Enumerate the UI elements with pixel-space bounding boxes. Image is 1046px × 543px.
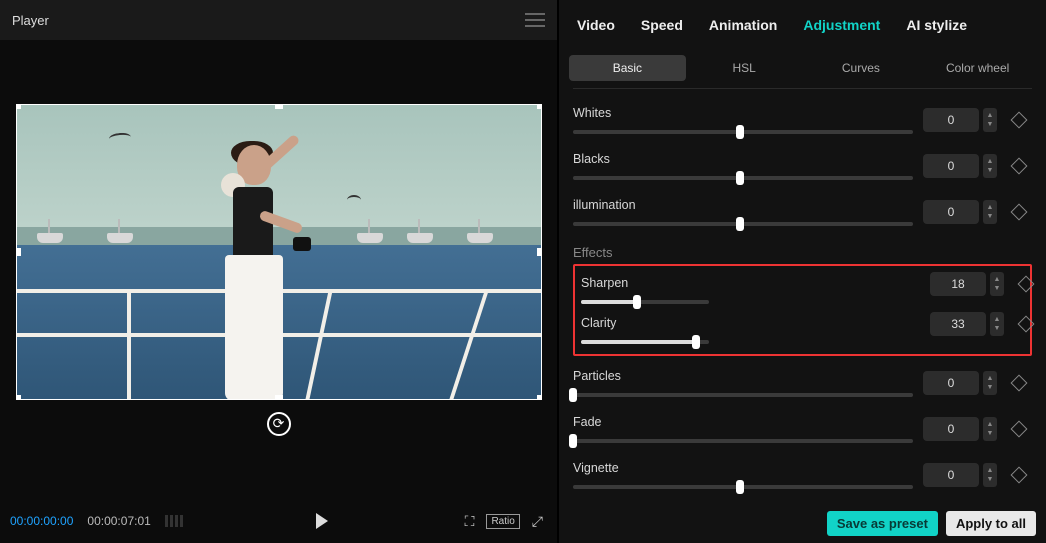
- sharpen-value[interactable]: 18: [930, 272, 986, 296]
- subtab-basic[interactable]: Basic: [569, 55, 686, 81]
- param-label: Fade: [573, 415, 913, 429]
- stepper[interactable]: ▲▼: [983, 463, 997, 487]
- player-panel: Player ⟳ 00:00:00:00 00:00:07:01 ⛶ Ratio: [0, 0, 557, 543]
- slider-thumb[interactable]: [736, 217, 744, 231]
- stepper[interactable]: ▲▼: [983, 371, 997, 395]
- param-label: Sharpen: [581, 276, 709, 290]
- subtab-curves[interactable]: Curves: [803, 55, 920, 81]
- slider-thumb[interactable]: [569, 434, 577, 448]
- param-label: illumination: [573, 198, 913, 212]
- reset-icon[interactable]: [1018, 316, 1035, 333]
- reset-icon[interactable]: [1011, 204, 1028, 221]
- stepper[interactable]: ▲▼: [990, 312, 1004, 336]
- frame-step-icon[interactable]: [165, 515, 183, 527]
- save-preset-button[interactable]: Save as preset: [827, 511, 938, 536]
- particles-slider[interactable]: [573, 393, 913, 397]
- ratio-button[interactable]: Ratio: [486, 514, 519, 529]
- slider-thumb[interactable]: [633, 295, 641, 309]
- inspector-panel: Video Speed Animation Adjustment AI styl…: [557, 0, 1046, 543]
- slider-thumb[interactable]: [736, 125, 744, 139]
- stepper[interactable]: ▲▼: [983, 417, 997, 441]
- blacks-slider[interactable]: [573, 176, 913, 180]
- param-label: Whites: [573, 106, 913, 120]
- footer-actions: Save as preset Apply to all: [559, 503, 1046, 543]
- refresh-icon[interactable]: ⟳: [267, 412, 291, 436]
- reset-icon[interactable]: [1011, 467, 1028, 484]
- vignette-value[interactable]: 0: [923, 463, 979, 487]
- reset-icon[interactable]: [1011, 421, 1028, 438]
- menu-icon[interactable]: [525, 13, 545, 27]
- tab-ai-stylize[interactable]: AI stylize: [906, 17, 967, 33]
- tab-speed[interactable]: Speed: [641, 17, 683, 33]
- timecode-total: 00:00:07:01: [87, 514, 150, 528]
- tab-video[interactable]: Video: [577, 17, 615, 33]
- section-effects: Effects: [573, 235, 1032, 264]
- whites-slider[interactable]: [573, 130, 913, 134]
- player-controls: 00:00:00:00 00:00:07:01 ⛶ Ratio ⤢: [0, 499, 557, 543]
- param-illumination: illumination 0 ▲▼: [573, 189, 1032, 235]
- params-list: Whites 0 ▲▼ Blacks 0 ▲▼: [559, 91, 1046, 503]
- whites-value[interactable]: 0: [923, 108, 979, 132]
- subtab-hsl[interactable]: HSL: [686, 55, 803, 81]
- main-tabs: Video Speed Animation Adjustment AI styl…: [559, 0, 1046, 50]
- sharpen-slider[interactable]: [581, 300, 709, 304]
- param-blacks: Blacks 0 ▲▼: [573, 143, 1032, 189]
- tab-adjustment[interactable]: Adjustment: [803, 17, 880, 33]
- clarity-slider[interactable]: [581, 340, 709, 344]
- illumination-slider[interactable]: [573, 222, 913, 226]
- timecode-current[interactable]: 00:00:00:00: [10, 514, 73, 528]
- reset-icon[interactable]: [1011, 375, 1028, 392]
- param-whites: Whites 0 ▲▼: [573, 97, 1032, 143]
- player-title: Player: [12, 13, 49, 28]
- crop-icon[interactable]: ⛶: [461, 509, 479, 534]
- preview-area: ⟳: [0, 40, 557, 499]
- particles-value[interactable]: 0: [923, 371, 979, 395]
- fullscreen-icon[interactable]: ⤢: [528, 509, 547, 534]
- play-button[interactable]: [316, 513, 328, 529]
- stepper[interactable]: ▲▼: [983, 154, 997, 178]
- stepper[interactable]: ▲▼: [983, 108, 997, 132]
- slider-thumb[interactable]: [736, 480, 744, 494]
- clarity-value[interactable]: 33: [930, 312, 986, 336]
- slider-thumb[interactable]: [569, 388, 577, 402]
- reset-icon[interactable]: [1011, 112, 1028, 129]
- illumination-value[interactable]: 0: [923, 200, 979, 224]
- vignette-slider[interactable]: [573, 485, 913, 489]
- param-label: Particles: [573, 369, 913, 383]
- fade-slider[interactable]: [573, 439, 913, 443]
- reset-icon[interactable]: [1011, 158, 1028, 175]
- stepper[interactable]: ▲▼: [983, 200, 997, 224]
- video-frame[interactable]: [16, 104, 542, 400]
- param-fade: Fade 0 ▲▼: [573, 406, 1032, 452]
- subtab-color-wheel[interactable]: Color wheel: [919, 55, 1036, 81]
- param-label: Blacks: [573, 152, 913, 166]
- param-vignette: Vignette 0 ▲▼: [573, 452, 1032, 498]
- fade-value[interactable]: 0: [923, 417, 979, 441]
- adjustment-subtabs: Basic HSL Curves Color wheel: [559, 50, 1046, 86]
- stepper[interactable]: ▲▼: [990, 272, 1004, 296]
- param-label: Clarity: [581, 316, 709, 330]
- apply-all-button[interactable]: Apply to all: [946, 511, 1036, 536]
- param-label: Vignette: [573, 461, 913, 475]
- slider-thumb[interactable]: [736, 171, 744, 185]
- slider-thumb[interactable]: [692, 335, 700, 349]
- blacks-value[interactable]: 0: [923, 154, 979, 178]
- reset-icon[interactable]: [1018, 276, 1035, 293]
- player-header: Player: [0, 0, 557, 40]
- param-particles: Particles 0 ▲▼: [573, 360, 1032, 406]
- tab-animation[interactable]: Animation: [709, 17, 777, 33]
